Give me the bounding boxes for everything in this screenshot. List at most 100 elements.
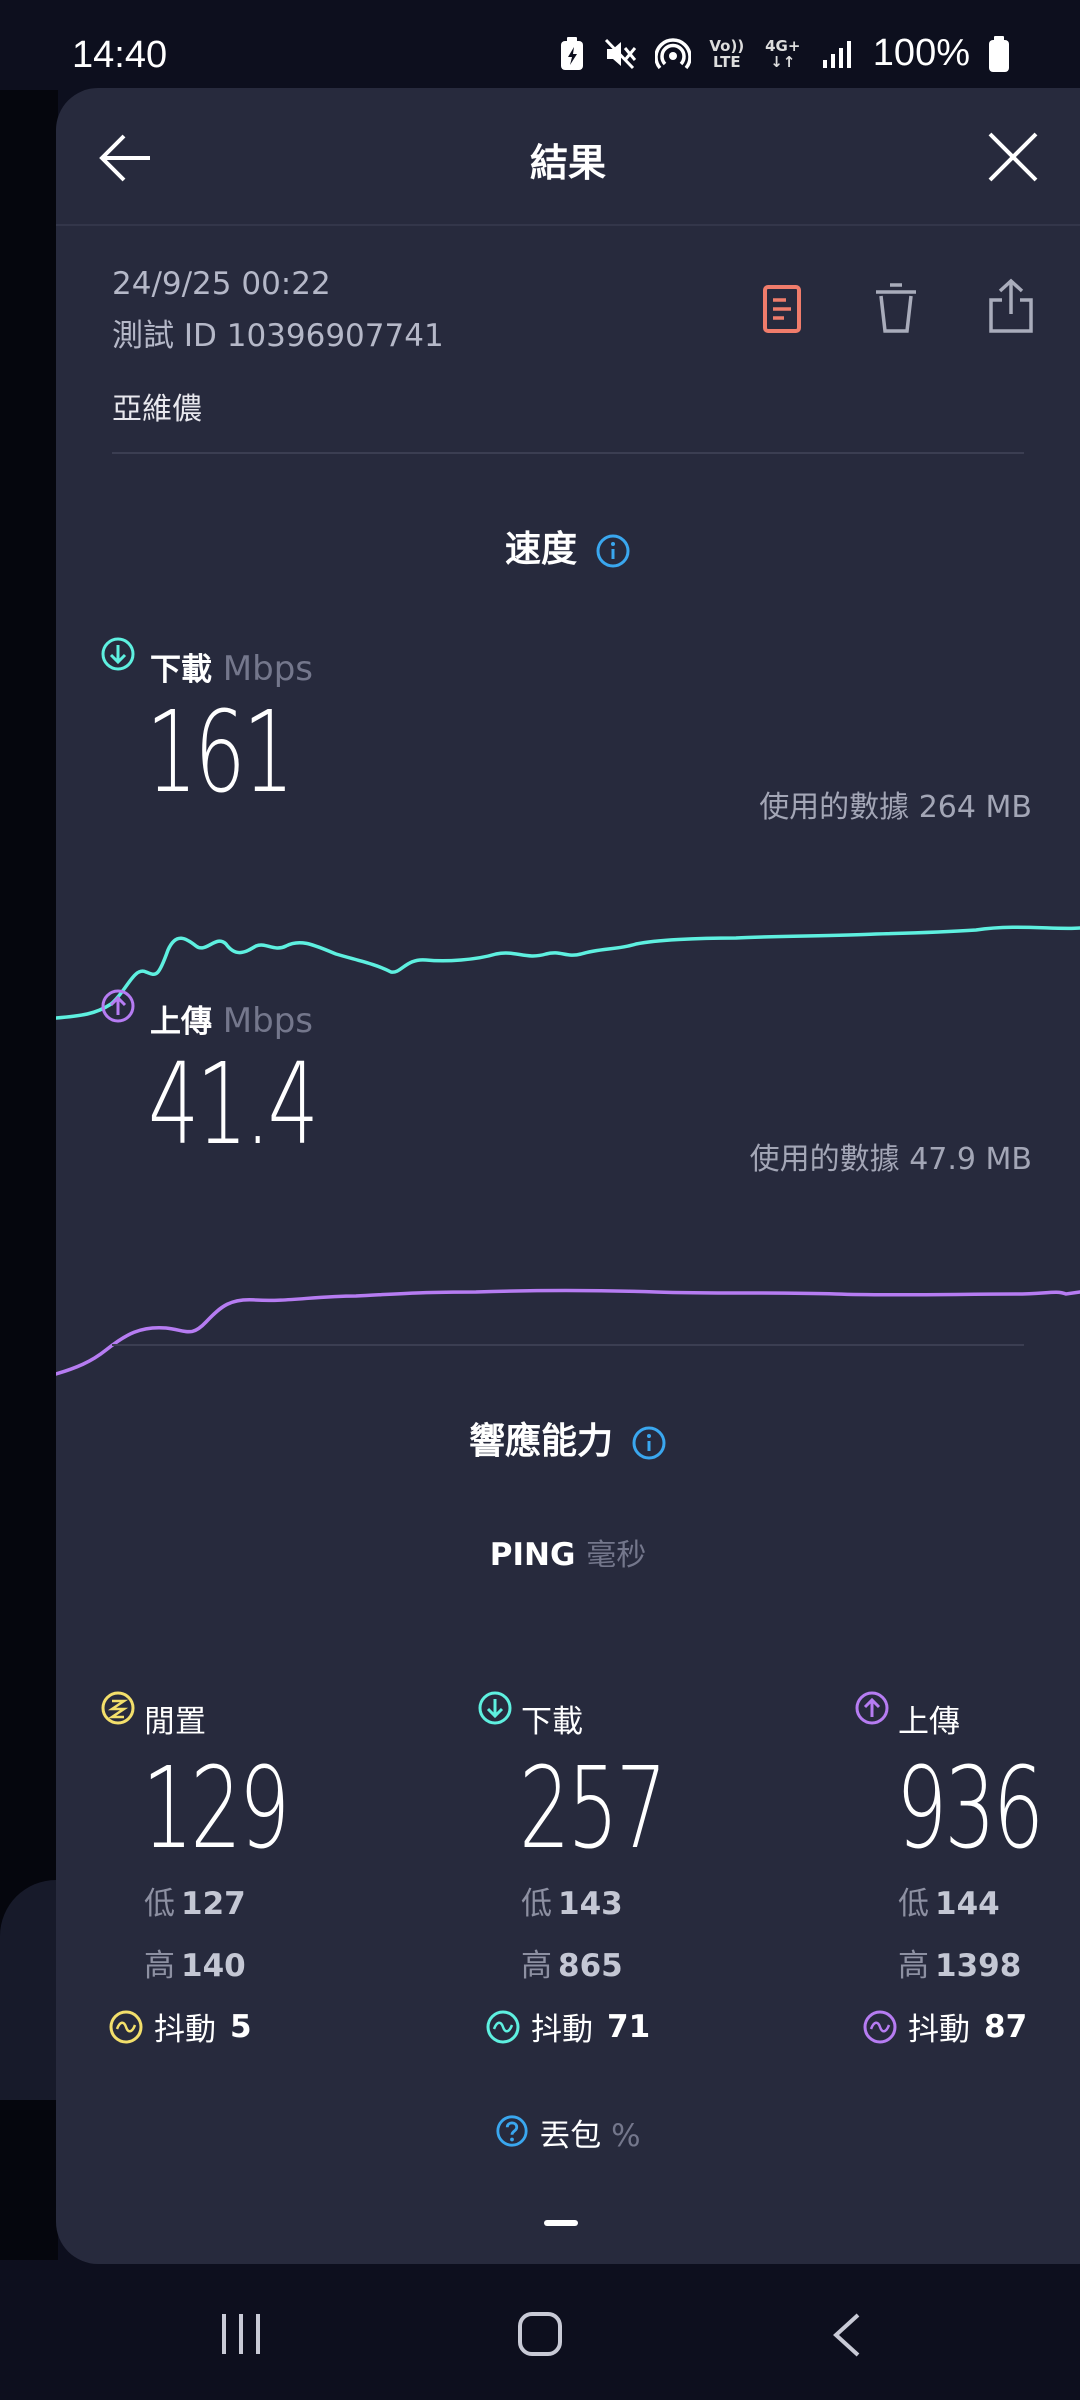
download-icon xyxy=(101,637,135,671)
help-icon xyxy=(496,2115,528,2147)
nav-back-button[interactable] xyxy=(828,2312,864,2358)
idle-jitter: 抖動 5 xyxy=(108,2004,252,2049)
download-ping-high-label: 高 xyxy=(521,1948,552,1984)
upload-ping-label: 上傳 xyxy=(898,1704,960,1740)
close-icon xyxy=(988,132,1038,182)
document-icon xyxy=(763,285,801,333)
download-ping-label: 下載 xyxy=(521,1704,583,1740)
responsiveness-info-icon[interactable] xyxy=(631,1425,667,1461)
download-data-used: 使用的數據 264 MB xyxy=(759,790,1032,825)
idle-ping-value: 129 xyxy=(142,1744,290,1874)
speed-section-title: 速度 xyxy=(56,520,1080,572)
jitter-icon xyxy=(486,2010,520,2043)
download-unit: Mbps xyxy=(222,649,314,689)
result-sheet: 結果 24/9/25 00:22 測試 ID 10396907741 亞維儂 速… xyxy=(56,88,1080,2264)
idle-low-value: 127 xyxy=(181,1886,246,1922)
result-detail-button[interactable] xyxy=(762,284,802,334)
recent-apps-button[interactable] xyxy=(216,2312,266,2356)
download-jitter-value: 71 xyxy=(607,2008,651,2045)
isp-name: 亞維儂 xyxy=(112,392,202,427)
mute-icon xyxy=(604,38,636,69)
download-ping-low-value: 143 xyxy=(558,1886,623,1922)
packet-loss-unit: % xyxy=(611,2118,641,2154)
download-ping-value: 257 xyxy=(519,1744,667,1874)
upload-unit: Mbps xyxy=(222,1001,314,1041)
upload-speed-graph xyxy=(56,1288,1080,1376)
delete-button[interactable] xyxy=(874,282,918,334)
nav-back-icon xyxy=(833,2313,860,2357)
ping-label: PING xyxy=(489,1537,576,1573)
test-datetime: 24/9/25 00:22 xyxy=(112,266,331,302)
upload-data-used: 使用的數據 47.9 MB xyxy=(749,1142,1032,1177)
idle-icon xyxy=(101,1691,135,1725)
status-icons: Vo)) LTE 4G+ ↓↑ 100% xyxy=(559,32,1010,75)
speed-info-icon[interactable] xyxy=(595,533,631,569)
speed-divider xyxy=(112,1344,1024,1346)
jitter-icon xyxy=(109,2010,143,2043)
packet-loss-label: 丟包 xyxy=(539,2118,602,2154)
upload-label-text: 上傳 xyxy=(150,1004,212,1040)
upload-ping-value: 936 xyxy=(896,1744,1044,1874)
download-speed-value: 161 xyxy=(146,688,294,818)
idle-high-value: 140 xyxy=(181,1948,246,1984)
share-button[interactable] xyxy=(988,278,1034,334)
close-button[interactable] xyxy=(986,130,1040,184)
data-arrows-icon: ↓↑ xyxy=(770,52,796,71)
meta-divider xyxy=(112,452,1024,454)
download-label: 下載 Mbps xyxy=(150,644,313,689)
upload-ping-low: 低 144 xyxy=(898,1878,1000,1923)
upload-jitter-label: 抖動 xyxy=(908,2012,970,2048)
upload-ping-low-label: 低 xyxy=(898,1886,929,1922)
upload-jitter: 抖動 87 xyxy=(862,2004,1027,2049)
network-type-label: 4G+ xyxy=(765,36,801,55)
download-ping-low: 低 143 xyxy=(521,1878,623,1923)
idle-jitter-value: 5 xyxy=(230,2008,252,2045)
download-label-text: 下載 xyxy=(150,652,212,688)
status-bar: 14:40 Vo)) LTE 4G+ ↓↑ 100% xyxy=(0,0,1080,90)
jitter-icon xyxy=(863,2010,897,2043)
recent-apps-icon xyxy=(222,2314,260,2354)
upload-ping-high-value: 1398 xyxy=(935,1948,1022,1984)
page-title: 結果 xyxy=(529,141,606,185)
scroll-handle[interactable] xyxy=(544,2220,578,2226)
upload-speed-value: 41.4 xyxy=(148,1040,319,1170)
test-id: 測試 ID 10396907741 xyxy=(112,318,444,354)
idle-high-label: 高 xyxy=(144,1948,175,1984)
trash-icon xyxy=(876,283,916,333)
home-button[interactable] xyxy=(516,2310,564,2358)
upload-icon xyxy=(101,989,135,1023)
hotspot-icon xyxy=(654,37,691,69)
network-type: 4G+ ↓↑ xyxy=(763,38,803,70)
packet-loss[interactable]: 丟包 % xyxy=(56,2110,1080,2155)
upload-ping-icon xyxy=(855,1691,889,1725)
upload-label: 上傳 Mbps xyxy=(150,996,313,1041)
responsiveness-section-title: 響應能力 xyxy=(56,1412,1080,1464)
battery-saver-icon xyxy=(560,36,583,70)
share-icon xyxy=(989,278,1033,333)
idle-label: 閒置 xyxy=(144,1704,206,1740)
responsiveness-title-text: 響應能力 xyxy=(468,1421,613,1462)
signal-icon xyxy=(822,40,851,68)
download-ping-high: 高 865 xyxy=(521,1940,623,1985)
upload-ping-high: 高 1398 xyxy=(898,1940,1021,1985)
download-ping-high-value: 865 xyxy=(558,1948,623,1984)
navigation-bar xyxy=(0,2264,1080,2400)
upload-jitter-value: 87 xyxy=(984,2008,1028,2045)
idle-low: 低 127 xyxy=(144,1878,246,1923)
upload-ping-high-label: 高 xyxy=(898,1948,929,1984)
idle-high: 高 140 xyxy=(144,1940,246,1985)
download-ping-icon xyxy=(478,1691,512,1725)
upload-ping-low-value: 144 xyxy=(935,1886,1000,1922)
idle-low-label: 低 xyxy=(144,1886,175,1922)
download-jitter: 抖動 71 xyxy=(485,2004,650,2049)
status-time: 14:40 xyxy=(72,34,168,76)
background-card-edge xyxy=(0,1880,56,2100)
upload-graph-line xyxy=(56,1288,1080,1376)
sheet-header: 結果 xyxy=(56,88,1080,226)
speed-title-text: 速度 xyxy=(504,529,577,570)
ping-heading: PING 毫秒 xyxy=(56,1530,1080,1574)
download-ping-low-label: 低 xyxy=(521,1886,552,1922)
download-jitter-label: 抖動 xyxy=(531,2012,593,2048)
battery-icon xyxy=(989,35,1009,72)
home-icon xyxy=(518,2312,562,2356)
